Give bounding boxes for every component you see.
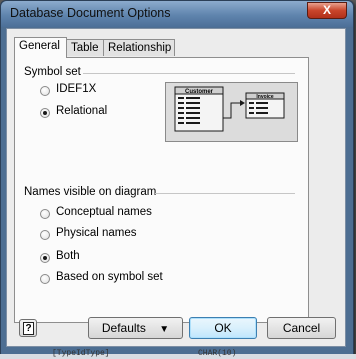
help-icon: ? [23, 322, 34, 335]
radio-based-on-symbol-set-label[interactable]: Based on symbol set [56, 271, 163, 283]
close-button[interactable]: X [307, 2, 347, 19]
tab-general[interactable]: General [14, 37, 67, 58]
help-button[interactable]: ? [19, 319, 37, 337]
tab-general-label: General [19, 40, 60, 52]
radio-relational[interactable] [40, 108, 50, 118]
relationship-line [223, 102, 240, 119]
close-icon: X [322, 3, 331, 17]
ok-button-label: OK [214, 321, 232, 335]
radio-both-label[interactable]: Both [56, 250, 80, 262]
general-tab-panel: Symbol set IDEF1X Relational Customer In… [14, 57, 309, 323]
defaults-button-label: Defaults [101, 321, 146, 335]
invoice-entity-title: Invoice [256, 94, 273, 100]
radio-physical-names[interactable] [40, 230, 50, 240]
dialog-client-area: General Table Relationship Symbol set ID… [6, 28, 346, 347]
cancel-button[interactable]: Cancel [267, 317, 336, 339]
title-bar[interactable]: Database Document Options X [1, 1, 353, 27]
relationship-arrowhead [240, 100, 245, 106]
radio-idef1x-label[interactable]: IDEF1X [56, 83, 96, 95]
ok-button[interactable]: OK [189, 317, 257, 339]
names-visible-divider [155, 193, 295, 194]
radio-physical-names-label[interactable]: Physical names [56, 227, 137, 239]
tab-relationship[interactable]: Relationship [103, 39, 175, 56]
radio-conceptual-names[interactable] [40, 209, 50, 219]
invoice-entity-rows [249, 102, 268, 114]
tab-table[interactable]: Table [66, 39, 104, 56]
dropdown-arrow-icon: ▼ [159, 324, 170, 335]
background-window-strip: [TypeIdType] CHAR(10) [0, 349, 356, 359]
customer-entity-title: Customer [185, 89, 214, 95]
background-text-left: [TypeIdType] [52, 349, 110, 358]
radio-idef1x[interactable] [40, 86, 50, 96]
dialog-title: Database Document Options [10, 6, 171, 20]
radio-relational-label[interactable]: Relational [56, 105, 107, 117]
dialog-window: Database Document Options X General Tabl… [0, 0, 354, 356]
cancel-button-label: Cancel [282, 321, 321, 335]
radio-conceptual-names-label[interactable]: Conceptual names [56, 206, 152, 218]
tab-table-label: Table [71, 42, 99, 54]
preview-diagram: Customer Invoice [174, 86, 285, 132]
defaults-button[interactable]: Defaults ▼ [88, 317, 183, 339]
tab-relationship-label: Relationship [108, 42, 172, 54]
radio-based-on-symbol-set[interactable] [40, 274, 50, 284]
symbol-set-divider [83, 73, 295, 74]
radio-both[interactable] [40, 253, 50, 263]
names-visible-group-label: Names visible on diagram [24, 186, 157, 198]
background-text-right: CHAR(10) [198, 349, 237, 358]
symbol-set-preview: Customer Invoice [165, 82, 298, 142]
symbol-set-group-label: Symbol set [24, 66, 81, 78]
